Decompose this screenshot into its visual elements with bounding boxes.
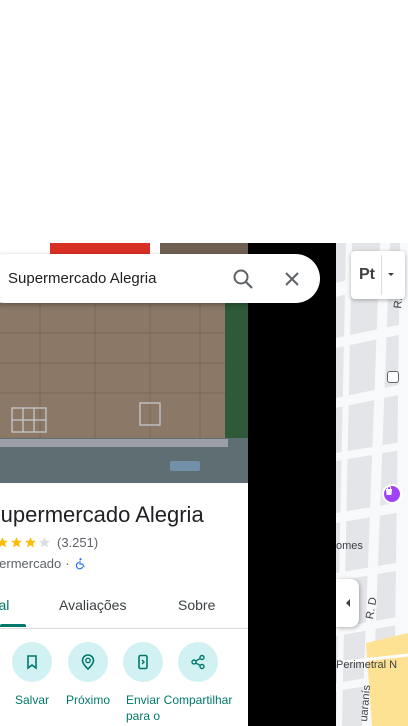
star-empty-icon bbox=[39, 537, 50, 548]
review-count[interactable]: (3.251) bbox=[57, 535, 98, 550]
map-street-label: Perimetral N bbox=[336, 659, 398, 671]
save-label: Salvar bbox=[14, 693, 49, 707]
nearby-button[interactable]: Próximo bbox=[60, 642, 116, 708]
close-icon[interactable] bbox=[283, 270, 301, 293]
place-category[interactable]: Supermercado bbox=[0, 556, 61, 571]
google-maps-window: R. D omes R. D Perimetral N uaranís Pt bbox=[0, 0, 408, 726]
panel-divider bbox=[248, 243, 336, 726]
tab-overview[interactable]: eral bbox=[0, 597, 9, 613]
shopping-mall-pin-icon[interactable] bbox=[382, 484, 402, 504]
rating-stars[interactable] bbox=[0, 536, 52, 549]
search-icon[interactable] bbox=[232, 268, 254, 295]
send-to-phone-icon bbox=[123, 642, 163, 682]
search-input[interactable]: Supermercado Alegria bbox=[8, 270, 156, 287]
tab-reviews[interactable]: Avaliações bbox=[59, 597, 126, 613]
chevron-left-icon bbox=[345, 599, 350, 607]
category-row: Supermercado · bbox=[0, 556, 87, 571]
place-details-panel: Supermercado Alegria (3.251) Supermercad… bbox=[0, 483, 248, 726]
bookmark-icon bbox=[12, 642, 52, 682]
place-tabs: eral Avaliações Sobre bbox=[0, 589, 248, 629]
star-icon bbox=[11, 537, 22, 548]
active-tab-indicator bbox=[0, 624, 26, 627]
bus-stop-icon[interactable] bbox=[387, 371, 399, 383]
share-button[interactable]: Compartilhar bbox=[164, 642, 232, 708]
divider bbox=[381, 255, 382, 295]
star-icon bbox=[0, 537, 8, 548]
collapse-panel-button[interactable] bbox=[336, 579, 359, 627]
send-to-phone-label: Enviar para o bbox=[125, 693, 161, 723]
layer-code: Pt bbox=[359, 266, 375, 283]
wheelchair-accessible-icon bbox=[75, 558, 85, 570]
rating-row: (3.251) bbox=[0, 535, 98, 550]
send-to-phone-button[interactable]: Enviar para o bbox=[115, 642, 171, 724]
tab-about[interactable]: Sobre bbox=[178, 597, 215, 613]
nearby-label: Próximo bbox=[65, 693, 110, 707]
caret-down-icon[interactable] bbox=[386, 266, 396, 284]
place-title: Supermercado Alegria bbox=[0, 502, 204, 527]
share-icon bbox=[178, 642, 218, 682]
map-canvas[interactable]: R. D omes R. D Perimetral N uaranís bbox=[336, 243, 408, 726]
blank-area bbox=[0, 0, 408, 243]
search-box[interactable]: Supermercado Alegria bbox=[0, 254, 320, 303]
map-layer-selector[interactable]: Pt bbox=[351, 251, 405, 299]
separator-dot: · bbox=[65, 556, 70, 571]
star-icon bbox=[25, 537, 36, 548]
save-button[interactable]: Salvar bbox=[4, 642, 60, 708]
share-label: Compartilhar bbox=[163, 693, 233, 707]
nearby-icon bbox=[68, 642, 108, 682]
map-area-label: omes bbox=[336, 540, 363, 552]
